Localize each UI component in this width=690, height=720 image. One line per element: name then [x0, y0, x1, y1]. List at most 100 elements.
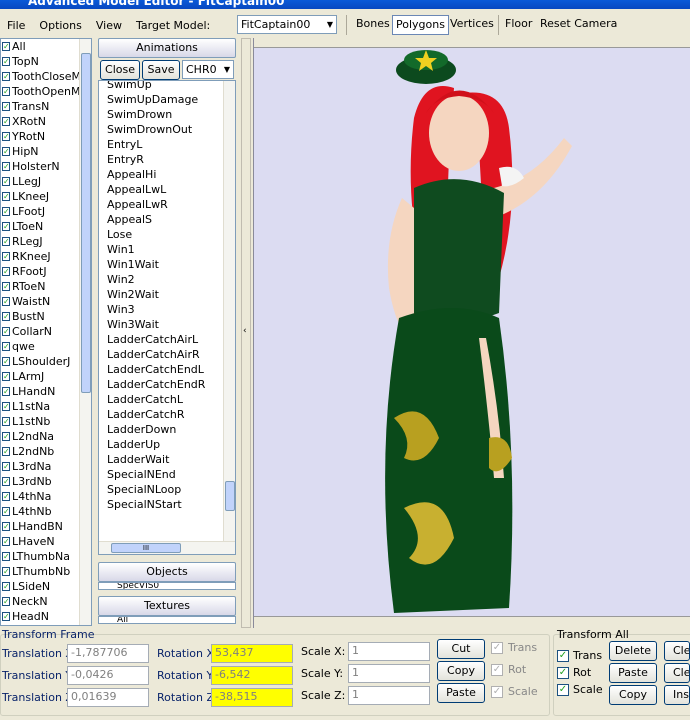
bone-item[interactable]: ✓ ToothOpenM — [1, 84, 91, 99]
animation-item[interactable]: LadderCatchR — [99, 407, 235, 422]
char-select[interactable]: CHR0 ▼ — [182, 60, 234, 79]
bone-item[interactable]: ✓ L4thNb — [1, 504, 91, 519]
scale-x-field[interactable]: 1 — [348, 642, 430, 661]
polygons-button[interactable]: Polygons — [392, 15, 449, 35]
animation-item[interactable]: EntryL — [99, 137, 235, 152]
animation-item[interactable]: LadderCatchAirL — [99, 332, 235, 347]
animation-item[interactable]: Win2 — [99, 272, 235, 287]
save-button[interactable]: Save — [142, 60, 180, 80]
bone-checkbox[interactable]: ✓ — [2, 117, 10, 126]
bone-item[interactable]: ✓ qwe — [1, 339, 91, 354]
bone-item[interactable]: ✓ L3rdNb — [1, 474, 91, 489]
bone-item[interactable]: ✓ HolsterN — [1, 159, 91, 174]
bone-item[interactable]: ✓ RToeN — [1, 279, 91, 294]
animation-item[interactable]: Win1 — [99, 242, 235, 257]
bone-checkbox[interactable]: ✓ — [2, 237, 10, 246]
3d-viewport[interactable] — [253, 38, 690, 628]
bone-list[interactable]: ✓ All ✓ TopN ✓ ToothCloseM ✓ ToothOpenM ✓ TransN ✓… — [0, 38, 92, 626]
animation-list-scrollbar[interactable] — [223, 81, 235, 543]
bone-item[interactable]: ✓ LToeN — [1, 219, 91, 234]
bone-checkbox[interactable]: ✓ — [2, 222, 10, 231]
bone-item[interactable]: ✓ L3rdNa — [1, 459, 91, 474]
bone-checkbox[interactable]: ✓ — [2, 267, 10, 276]
bone-item[interactable]: ✓ LHandN — [1, 384, 91, 399]
animation-item[interactable]: Lose — [99, 227, 235, 242]
vertices-button[interactable]: Vertices — [447, 15, 497, 35]
animation-item[interactable]: LadderCatchAirR — [99, 347, 235, 362]
bone-checkbox[interactable]: ✓ — [2, 507, 10, 516]
all-rot-checkbox[interactable]: ✓ — [557, 667, 569, 679]
animation-item[interactable]: SwimDrown — [99, 107, 235, 122]
bone-checkbox[interactable]: ✓ — [2, 597, 10, 606]
close-button[interactable]: Close — [100, 60, 140, 80]
menu-file[interactable]: File — [0, 19, 32, 32]
menu-view[interactable]: View — [89, 19, 129, 32]
bone-checkbox[interactable]: ✓ — [2, 252, 10, 261]
bone-checkbox[interactable]: ✓ — [2, 372, 10, 381]
bone-item[interactable]: ✓ XRotN — [1, 114, 91, 129]
all-scale-checkbox[interactable]: ✓ — [557, 684, 569, 696]
bone-checkbox[interactable]: ✓ — [2, 312, 10, 321]
animation-item[interactable]: LadderCatchL — [99, 392, 235, 407]
bone-checkbox[interactable]: ✓ — [2, 282, 10, 291]
bone-item[interactable]: ✓ LHandBN — [1, 519, 91, 534]
bone-item[interactable]: ✓ LArmJ — [1, 369, 91, 384]
bone-checkbox[interactable]: ✓ — [2, 342, 10, 351]
bone-item[interactable]: ✓ WaistN — [1, 294, 91, 309]
delete-button[interactable]: Delete — [609, 641, 657, 661]
bone-checkbox[interactable]: ✓ — [2, 357, 10, 366]
reset-camera-button[interactable]: Reset Camera — [537, 15, 620, 35]
scale-y-field[interactable]: 1 — [348, 664, 430, 683]
bone-checkbox[interactable]: ✓ — [2, 477, 10, 486]
clear-all-button[interactable]: Cle — [664, 663, 690, 683]
cut-button[interactable]: Cut — [437, 639, 485, 659]
bone-checkbox[interactable]: ✓ — [2, 432, 10, 441]
bone-item[interactable]: ✓ TransN — [1, 99, 91, 114]
animation-item[interactable]: AppealHi — [99, 167, 235, 182]
bone-checkbox[interactable]: ✓ — [2, 522, 10, 531]
bone-item[interactable]: ✓ LKneeJ — [1, 189, 91, 204]
bone-checkbox[interactable]: ✓ — [2, 417, 10, 426]
bone-item[interactable]: ✓ All — [1, 39, 91, 54]
animations-header[interactable]: Animations — [98, 38, 236, 58]
bone-checkbox[interactable]: ✓ — [2, 552, 10, 561]
animation-item[interactable]: SwimUp — [99, 81, 235, 92]
animation-item[interactable]: EntryR — [99, 152, 235, 167]
animation-item[interactable]: Win3Wait — [99, 317, 235, 332]
bone-checkbox[interactable]: ✓ — [2, 132, 10, 141]
bone-item[interactable]: ✓ RFootJ — [1, 264, 91, 279]
bone-item[interactable]: ✓ NeckN — [1, 594, 91, 609]
frame-rot-checkbox[interactable]: ✓ — [491, 664, 503, 676]
animation-item[interactable]: LadderCatchEndR — [99, 377, 235, 392]
bone-checkbox[interactable]: ✓ — [2, 297, 10, 306]
frame-scale-checkbox[interactable]: ✓ — [491, 686, 503, 698]
objects-header[interactable]: Objects — [98, 562, 236, 582]
bone-checkbox[interactable]: ✓ — [2, 327, 10, 336]
bone-item[interactable]: ✓ LThumbNb — [1, 564, 91, 579]
paste-all-button[interactable]: Paste — [609, 663, 657, 683]
bone-item[interactable]: ✓ ToothCloseM — [1, 69, 91, 84]
bone-list-scroll-thumb[interactable] — [81, 53, 91, 393]
viewport-bottom-scrollbar[interactable] — [254, 616, 690, 628]
bone-checkbox[interactable]: ✓ — [2, 147, 10, 156]
scale-z-field[interactable]: 1 — [348, 686, 430, 705]
bone-checkbox[interactable]: ✓ — [2, 567, 10, 576]
rotation-z-field[interactable]: -38,515 — [211, 688, 293, 707]
bone-item[interactable]: ✓ LThumbNa — [1, 549, 91, 564]
bone-checkbox[interactable]: ✓ — [2, 582, 10, 591]
bones-button[interactable]: Bones — [353, 15, 393, 35]
bone-item[interactable]: ✓ LShoulderJ — [1, 354, 91, 369]
panel-splitter[interactable]: ‹ — [241, 38, 251, 628]
bone-item[interactable]: ✓ RLegJ — [1, 234, 91, 249]
animation-item[interactable]: AppealS — [99, 212, 235, 227]
bone-list-scrollbar[interactable] — [79, 39, 91, 625]
insert-button[interactable]: Ins — [664, 685, 690, 705]
bone-item[interactable]: ✓ HipN — [1, 144, 91, 159]
bone-item[interactable]: ✓ L1stNb — [1, 414, 91, 429]
animation-item[interactable]: SpecialNLoop — [99, 482, 235, 497]
copy-all-button[interactable]: Copy — [609, 685, 657, 705]
bone-item[interactable]: ✓ BustN — [1, 309, 91, 324]
animation-list-hscrollbar[interactable]: III — [99, 541, 235, 554]
bone-checkbox[interactable]: ✓ — [2, 492, 10, 501]
translation-z-field[interactable]: 0,01639 — [67, 688, 149, 707]
